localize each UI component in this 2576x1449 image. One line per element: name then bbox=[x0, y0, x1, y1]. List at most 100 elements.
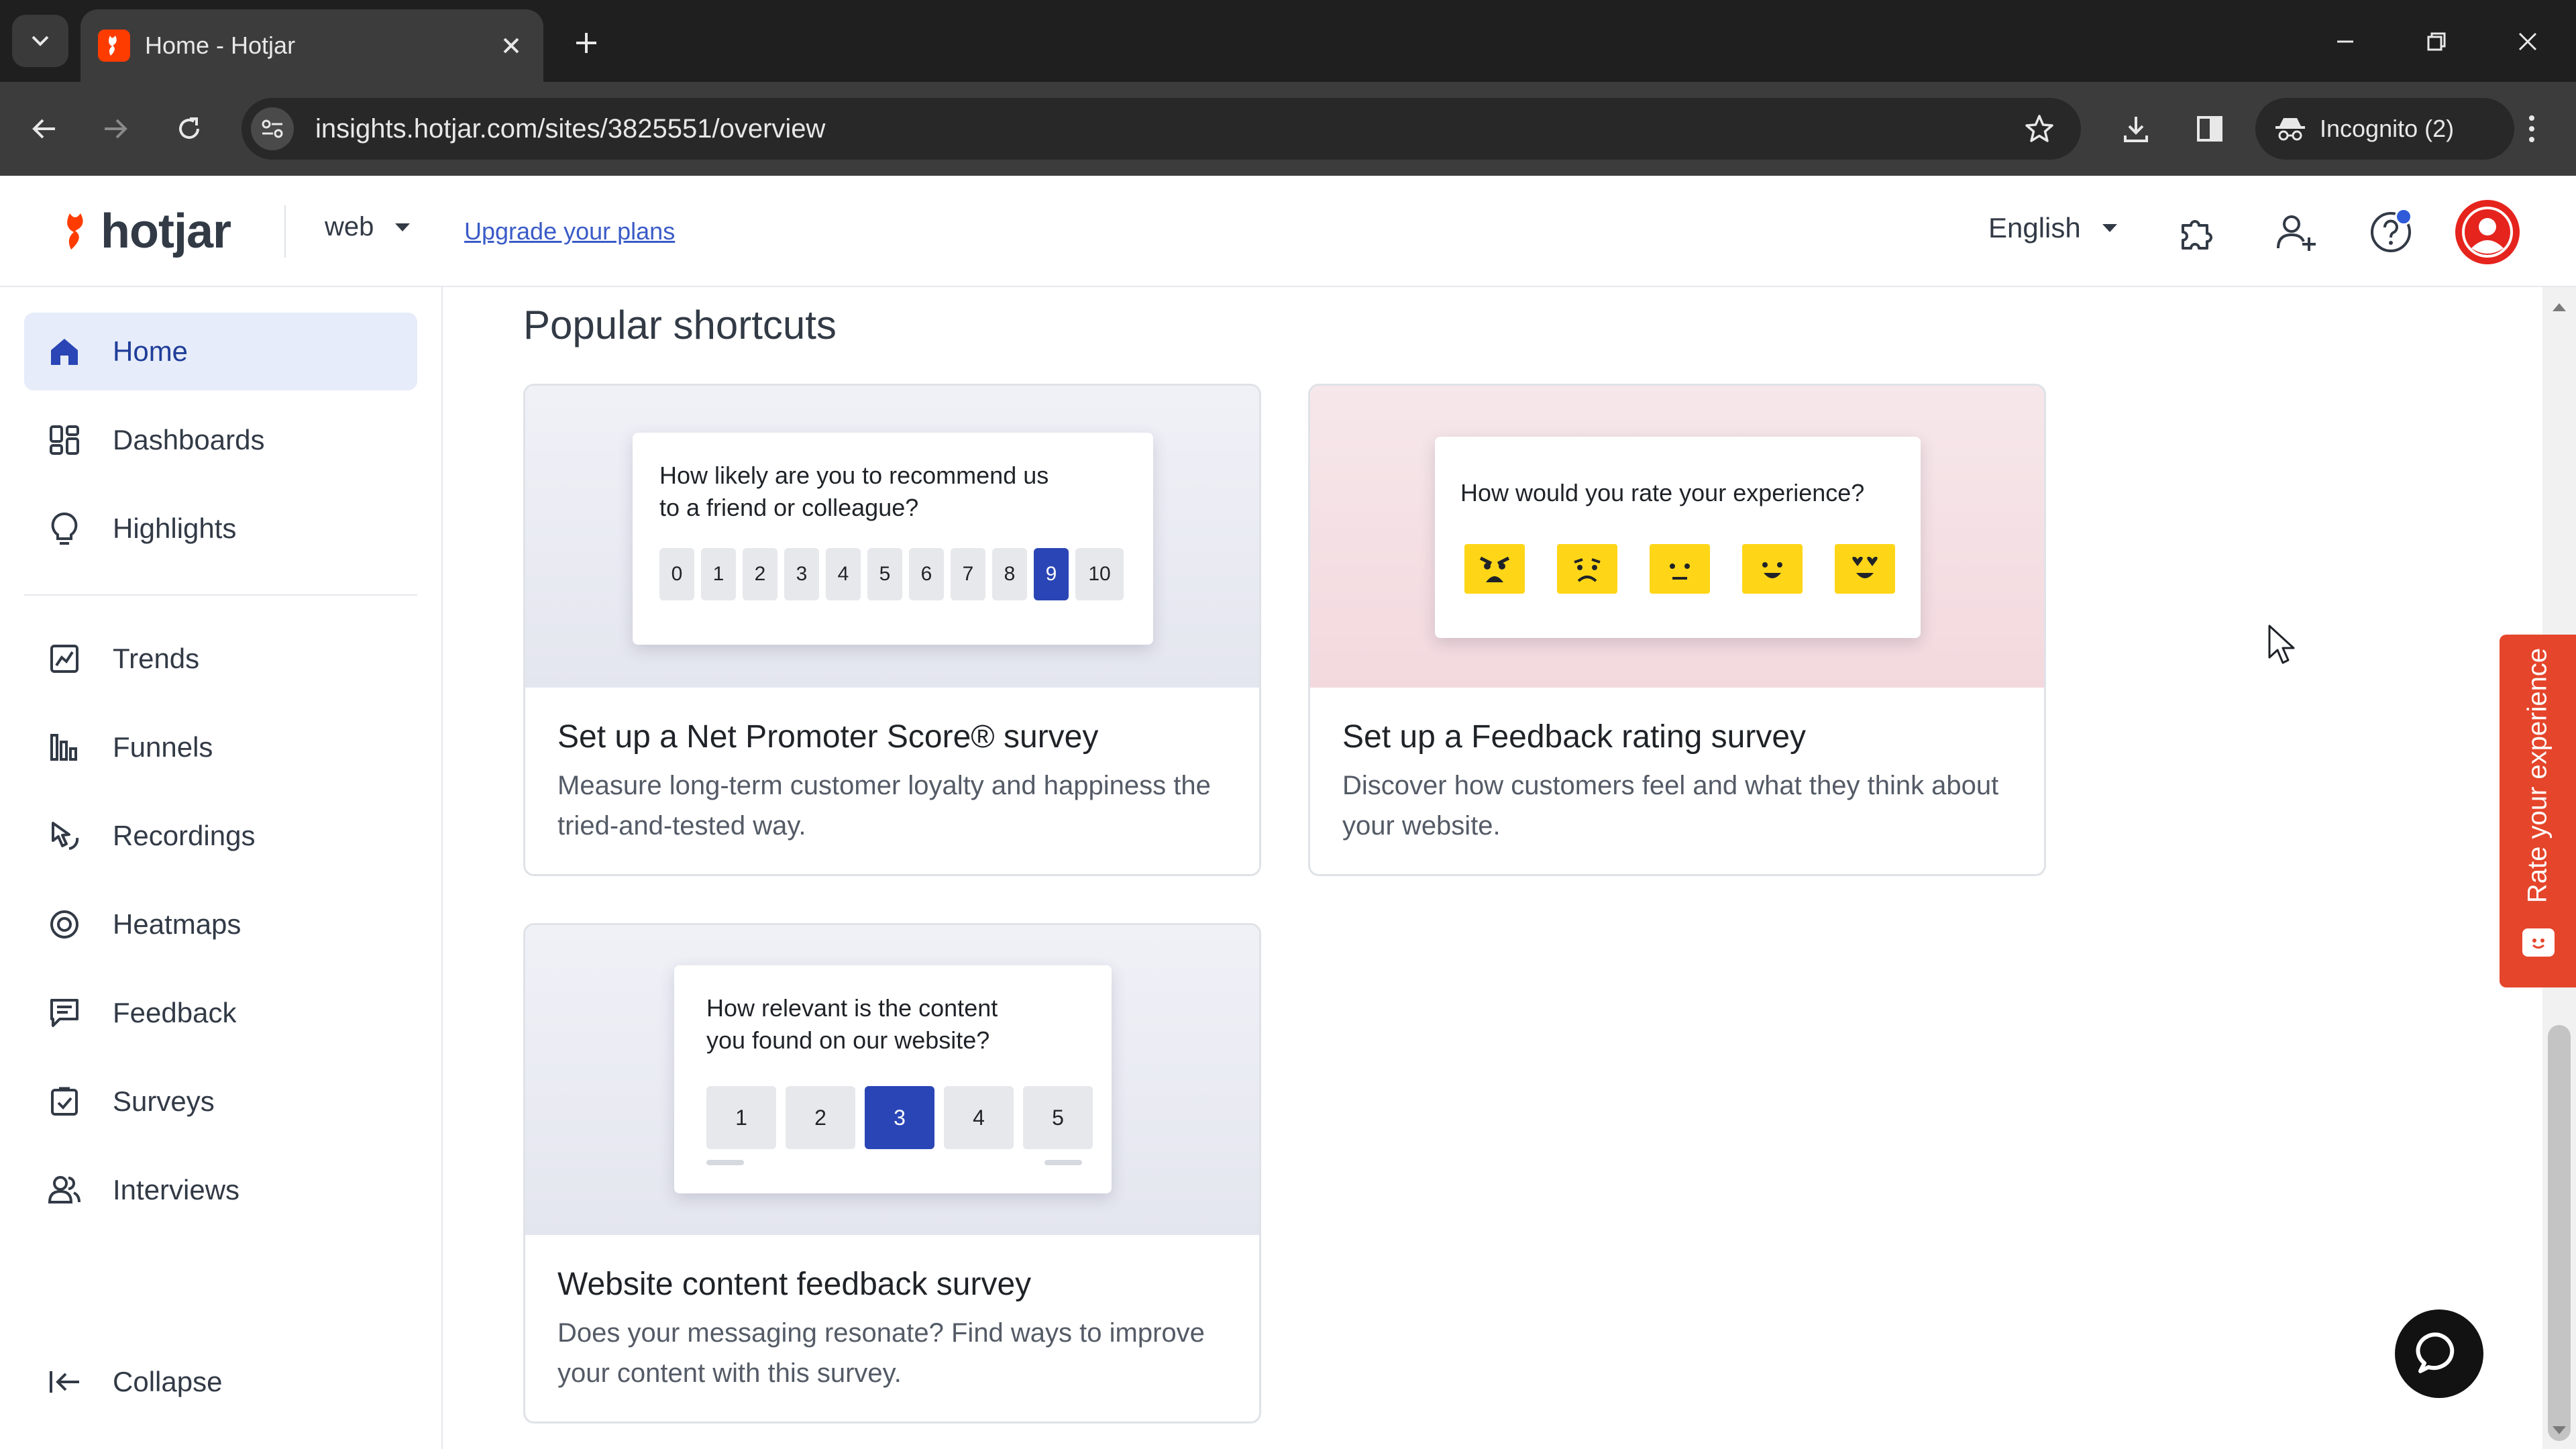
sidebar-item-home[interactable]: Home bbox=[24, 313, 417, 390]
url-text: insights.hotjar.com/sites/3825551/overvi… bbox=[315, 114, 826, 144]
feedback-rating-survey-card[interactable]: How would you rate your experience? Set … bbox=[1308, 384, 2046, 876]
scroll-down-arrow-icon[interactable] bbox=[2553, 1426, 2566, 1434]
bookmark-star-icon[interactable] bbox=[2018, 107, 2061, 150]
card-preview-area: How likely are you to recommend us to a … bbox=[525, 386, 1259, 688]
sidebar-item-label: Trends bbox=[113, 643, 200, 674]
browser-toolbar: insights.hotjar.com/sites/3825551/overvi… bbox=[0, 82, 2576, 176]
browser-menu-icon[interactable] bbox=[2508, 105, 2556, 153]
incognito-indicator[interactable]: Incognito (2) bbox=[2255, 98, 2514, 160]
sidebar-item-funnels[interactable]: Funnels bbox=[24, 708, 417, 786]
invite-user-icon[interactable] bbox=[2270, 207, 2321, 258]
site-selector[interactable]: web bbox=[325, 212, 411, 242]
rate-experience-tab[interactable]: Rate your experience bbox=[2500, 635, 2576, 987]
browser-tab-bar: Home - Hotjar bbox=[0, 0, 2576, 82]
card-title: Website content feedback survey bbox=[557, 1267, 1032, 1302]
sidebar-item-label: Funnels bbox=[113, 731, 213, 763]
nps-option-selected: 9 bbox=[1034, 548, 1069, 600]
section-title: Popular shortcuts bbox=[523, 303, 837, 347]
sidebar-item-trends[interactable]: Trends bbox=[24, 620, 417, 698]
restore-icon[interactable] bbox=[2412, 17, 2461, 66]
language-selector[interactable]: English bbox=[1988, 212, 2118, 244]
back-arrow-icon[interactable] bbox=[20, 105, 68, 153]
happy-face-icon bbox=[1742, 544, 1803, 594]
nps-option: 5 bbox=[867, 548, 902, 600]
sidebar-item-label: Surveys bbox=[113, 1085, 215, 1117]
nps-option: 1 bbox=[701, 548, 736, 600]
nps-preview: How likely are you to recommend us to a … bbox=[633, 433, 1153, 645]
tab-title: Home - Hotjar bbox=[145, 32, 296, 59]
nps-option: 10 bbox=[1075, 548, 1124, 600]
chat-bubble-icon bbox=[2416, 1332, 2455, 1373]
scrollbar-thumb[interactable] bbox=[2548, 1025, 2571, 1441]
header-divider bbox=[284, 205, 286, 258]
hotjar-flame-icon bbox=[67, 213, 83, 250]
nps-option: 8 bbox=[992, 548, 1027, 600]
sidebar-item-label: Dashboards bbox=[113, 424, 265, 455]
hotjar-logo[interactable]: hotjar bbox=[60, 204, 231, 259]
minimize-icon[interactable] bbox=[2321, 17, 2369, 66]
sidebar-item-surveys[interactable]: Surveys bbox=[24, 1063, 417, 1140]
sidebar-item-label: Home bbox=[113, 335, 189, 367]
nps-option: 0 bbox=[659, 548, 694, 600]
reload-icon[interactable] bbox=[165, 105, 213, 153]
main-content: Popular shortcuts How likely are you to … bbox=[443, 287, 2542, 1449]
relevance-option: 1 bbox=[706, 1086, 776, 1149]
sidebar-collapse-button[interactable]: Collapse bbox=[24, 1343, 417, 1421]
incognito-icon bbox=[2275, 118, 2305, 141]
scroll-up-arrow-icon[interactable] bbox=[2553, 303, 2566, 311]
heatmaps-icon bbox=[47, 907, 82, 942]
sidebar-item-interviews[interactable]: Interviews bbox=[24, 1151, 417, 1229]
tab-close-icon[interactable] bbox=[494, 28, 529, 63]
new-tab-plus-icon[interactable] bbox=[565, 21, 608, 64]
sidebar-item-heatmaps[interactable]: Heatmaps bbox=[24, 885, 417, 963]
sidebar-item-label: Highlights bbox=[113, 513, 237, 544]
preview-question-line: How likely are you to recommend us bbox=[659, 462, 1049, 489]
window-close-icon[interactable] bbox=[2504, 17, 2552, 66]
sidebar-nav: Home Dashboards Highlights Trends Funnel… bbox=[0, 287, 443, 1449]
address-bar[interactable]: insights.hotjar.com/sites/3825551/overvi… bbox=[241, 98, 2081, 160]
neutral-face-icon bbox=[1650, 544, 1710, 594]
sidebar-item-dashboards[interactable]: Dashboards bbox=[24, 401, 417, 479]
preview-question: How would you rate your experience? bbox=[1460, 479, 1865, 506]
preview-question: How likely are you to recommend us to a … bbox=[659, 460, 1049, 524]
site-settings-icon[interactable] bbox=[251, 107, 294, 150]
integrations-puzzle-icon[interactable] bbox=[2172, 207, 2223, 258]
interviews-icon bbox=[47, 1173, 82, 1208]
forward-arrow-icon[interactable] bbox=[91, 105, 140, 153]
sidebar-item-highlights[interactable]: Highlights bbox=[24, 490, 417, 568]
nps-option: 6 bbox=[909, 548, 944, 600]
chat-support-button[interactable] bbox=[2395, 1309, 2483, 1398]
active-browser-tab[interactable]: Home - Hotjar bbox=[80, 9, 543, 82]
feedback-icon bbox=[47, 996, 82, 1030]
content-feedback-survey-card[interactable]: How relevant is the content you found on… bbox=[523, 923, 1261, 1424]
sidebar-item-feedback[interactable]: Feedback bbox=[24, 974, 417, 1052]
incognito-label: Incognito (2) bbox=[2320, 115, 2455, 142]
tab-search-button[interactable] bbox=[12, 15, 68, 67]
sidebar-item-recordings[interactable]: Recordings bbox=[24, 797, 417, 875]
hotjar-favicon-icon bbox=[98, 30, 130, 62]
card-description: Does your messaging resonate? Find ways … bbox=[557, 1318, 1205, 1388]
mouse-cursor-icon bbox=[2267, 624, 2297, 670]
upgrade-plans-link[interactable]: Upgrade your plans bbox=[464, 217, 675, 246]
sidebar-item-label: Interviews bbox=[113, 1174, 240, 1205]
funnels-icon bbox=[47, 730, 82, 765]
recordings-icon bbox=[47, 818, 82, 853]
relevance-preview: How relevant is the content you found on… bbox=[674, 965, 1112, 1193]
sidebar-item-label: Heatmaps bbox=[113, 908, 241, 940]
caret-down-icon bbox=[395, 223, 411, 231]
help-icon[interactable] bbox=[2365, 207, 2416, 258]
downloads-icon[interactable] bbox=[2112, 105, 2160, 153]
love-face-icon bbox=[1835, 544, 1895, 594]
nps-survey-card[interactable]: How likely are you to recommend us to a … bbox=[523, 384, 1261, 876]
lightbulb-icon bbox=[47, 511, 82, 546]
nps-option: 7 bbox=[951, 548, 985, 600]
user-avatar[interactable] bbox=[2455, 200, 2520, 264]
nps-scale: 0 1 2 3 4 5 6 7 8 9 10 bbox=[659, 548, 1124, 600]
sad-face-icon bbox=[1557, 544, 1617, 594]
logo-text: hotjar bbox=[101, 205, 231, 258]
relevance-option-selected: 3 bbox=[865, 1086, 934, 1149]
side-panel-icon[interactable] bbox=[2186, 105, 2234, 153]
user-silhouette-icon bbox=[2462, 207, 2513, 258]
collapse-label: Collapse bbox=[113, 1366, 223, 1397]
nps-option: 3 bbox=[784, 548, 819, 600]
